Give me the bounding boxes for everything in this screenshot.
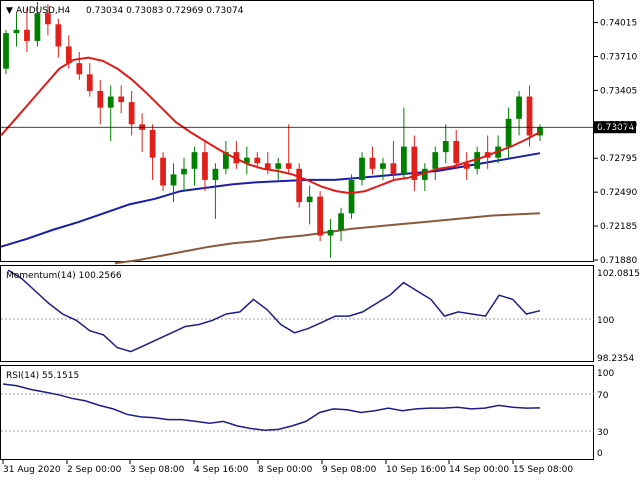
candle-body	[359, 157, 365, 180]
rsi-label: RSI(14) 55.1515	[6, 371, 79, 381]
momentum-line	[7, 269, 541, 353]
candle-body	[505, 118, 512, 147]
candle-body	[254, 157, 261, 164]
candle-body	[149, 129, 156, 158]
momentum-tick-mid: 100	[597, 316, 614, 326]
candle-body	[118, 96, 125, 103]
ma-slow-line	[114, 212, 541, 265]
candle-body	[191, 152, 198, 169]
candle-body	[275, 163, 282, 169]
candle-body	[526, 96, 533, 136]
candle-body	[160, 157, 166, 186]
x-axis-label: 9 Sep 08:00	[322, 465, 377, 475]
candle-body	[463, 163, 470, 169]
candle-body	[317, 196, 323, 236]
rsi-line	[2, 383, 541, 432]
candle-body	[212, 168, 219, 180]
candle-body	[369, 157, 376, 169]
price-tick-label: 0.72795	[600, 154, 637, 164]
candle-body	[348, 179, 355, 214]
candle-body	[380, 163, 386, 169]
candle-body	[306, 196, 313, 203]
price-tick-label: 0.74015	[600, 19, 637, 29]
candle-body	[442, 141, 449, 153]
candle-body	[97, 90, 104, 108]
candle-body	[128, 102, 135, 125]
x-axis-label: 8 Sep 00:00	[258, 465, 313, 475]
price-tick-label: 0.72490	[600, 188, 637, 198]
candle-body	[107, 96, 114, 108]
candle-body	[401, 146, 407, 175]
collapse-triangle-icon[interactable]: ▼	[6, 6, 13, 16]
rsi-tick-30: 30	[597, 428, 609, 438]
price-tick-label: 0.73710	[600, 52, 637, 62]
rsi-tick-100: 100	[597, 369, 614, 379]
candle-body	[338, 213, 344, 230]
candle-body	[432, 152, 439, 169]
price-tick-label: 0.73100	[600, 120, 637, 130]
candle-body	[327, 229, 334, 236]
candle-body	[390, 163, 397, 175]
candle-body	[202, 152, 208, 180]
ma-fast-line	[0, 56, 541, 195]
candle-body	[170, 174, 177, 186]
candle-body	[296, 168, 303, 203]
price-tick-label: 0.71880	[600, 256, 637, 266]
candle-body	[13, 29, 20, 34]
price-tick-label: 0.72185	[600, 222, 637, 232]
x-axis-label: 10 Sep 16:00	[386, 465, 446, 475]
momentum-tick-high: 102.0815	[597, 269, 640, 279]
x-axis-label: 15 Sep 08:00	[513, 465, 573, 475]
candle-body	[76, 63, 83, 75]
momentum-tick-low: 98.2354	[597, 354, 634, 364]
candle-body	[3, 33, 9, 69]
momentum-label: Momentum(14) 100.2566	[6, 271, 122, 281]
candle-body	[516, 96, 522, 119]
x-axis-label: 4 Sep 16:00	[194, 465, 249, 475]
candle-body	[453, 141, 460, 164]
candle-body	[285, 163, 292, 169]
x-axis-label: 2 Sep 00:00	[67, 465, 122, 475]
price-panel[interactable]	[0, 0, 594, 262]
x-axis-label: 31 Aug 2020	[3, 465, 61, 475]
symbol-label: AUDUSD,H4	[16, 6, 71, 16]
candle-body	[34, 13, 41, 41]
chart-window[interactable]: 0.73074 ▼ AUDUSD,H4 0.73034 0.73083 0.72…	[0, 0, 640, 480]
price-tick-label: 0.73405	[600, 86, 637, 96]
candle-body	[55, 24, 62, 47]
rsi-tick-70: 70	[597, 391, 609, 401]
candle-body	[264, 163, 271, 169]
x-axis-label: 3 Sep 08:00	[130, 465, 185, 475]
candle-body	[24, 29, 30, 41]
ohlc-readout: 0.73034 0.73083 0.72969 0.73074	[86, 6, 244, 16]
rsi-panel[interactable]	[0, 365, 594, 460]
candle-body	[181, 168, 187, 175]
candle-body	[86, 74, 93, 91]
x-axis-label: 14 Sep 00:00	[449, 465, 509, 475]
rsi-tick-0: 0	[597, 449, 603, 459]
